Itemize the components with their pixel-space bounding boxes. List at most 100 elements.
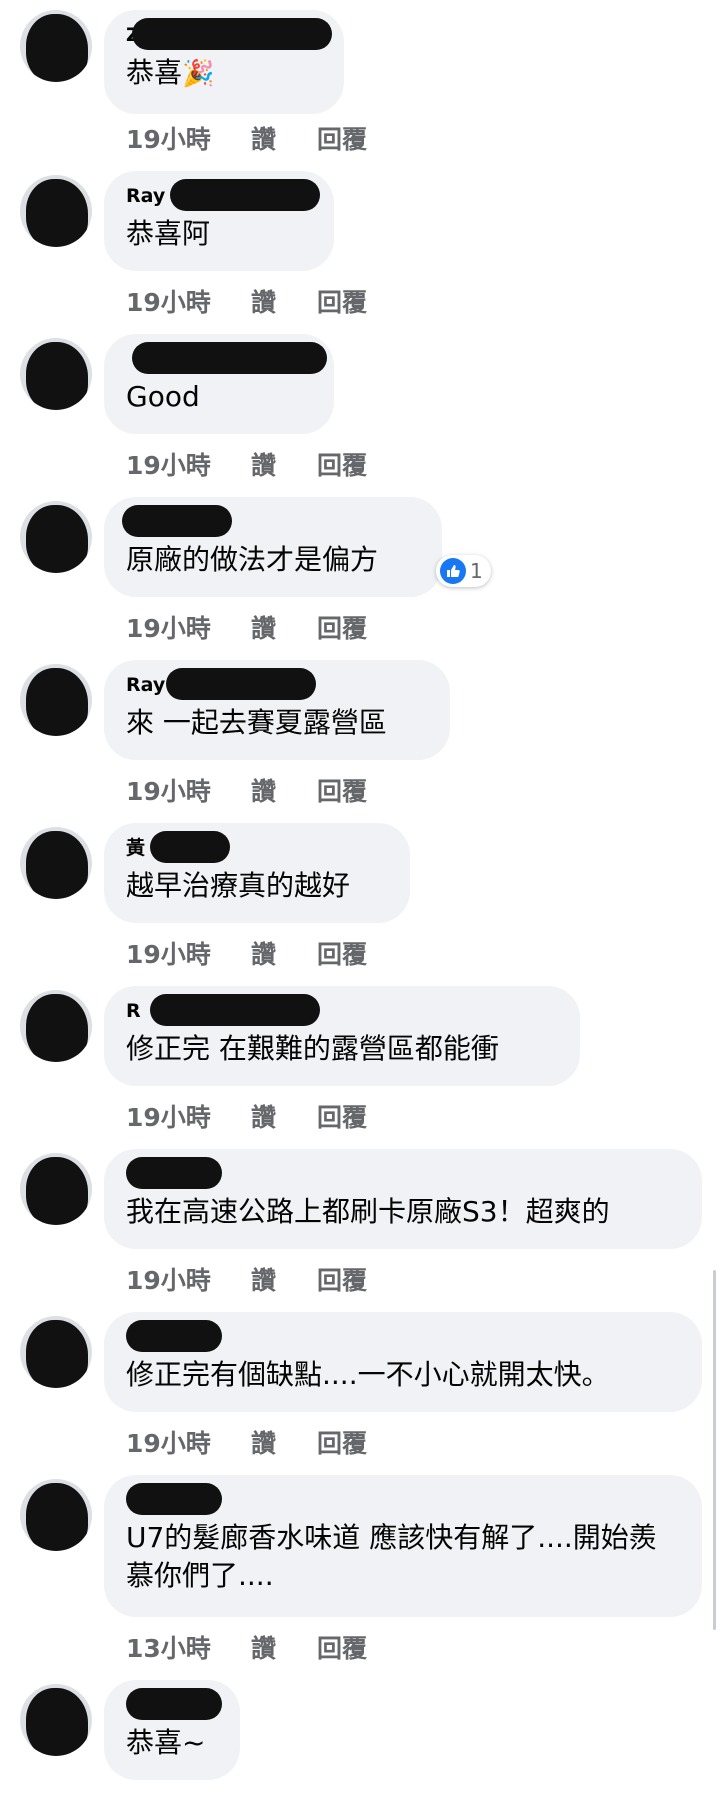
comment-meta: 19小時 讚 回覆	[126, 283, 367, 319]
comment-author[interactable]	[126, 1483, 680, 1515]
comment-meta: 19小時 讚 回覆	[126, 935, 367, 971]
comment-author[interactable]: R	[126, 994, 558, 1026]
comment-time[interactable]: 19小時	[126, 1261, 251, 1297]
comment-time[interactable]: 19小時	[126, 609, 251, 645]
redaction-mark	[26, 1320, 88, 1388]
comment-bubble: Z 恭喜🎉	[104, 10, 344, 114]
redaction-mark	[126, 1157, 222, 1189]
redaction-mark	[170, 179, 320, 211]
reply-button[interactable]: 回覆	[317, 1424, 367, 1460]
comment-bubble: Ray 恭喜阿	[104, 171, 334, 271]
like-button[interactable]: 讚	[251, 1629, 317, 1665]
comment-text: 來 一起去賽夏露營區	[126, 706, 387, 739]
redaction-mark	[26, 179, 88, 247]
comment-meta: 19小時 讚 回覆	[126, 772, 367, 808]
comment-text: 越早治療真的越好	[126, 869, 351, 902]
redaction-mark	[26, 1483, 88, 1551]
comment-meta: 19小時 讚 回覆	[126, 1424, 367, 1460]
avatar[interactable]	[20, 338, 92, 410]
redaction-mark	[26, 505, 88, 573]
comment-time[interactable]: 19小時	[126, 446, 251, 482]
like-button[interactable]: 讚	[251, 609, 317, 645]
reply-button[interactable]: 回覆	[317, 120, 367, 156]
redaction-mark	[126, 1688, 222, 1720]
avatar[interactable]	[20, 827, 92, 899]
redaction-mark	[132, 18, 332, 50]
avatar[interactable]	[20, 10, 92, 82]
redaction-mark	[132, 342, 327, 374]
comment-bubble: 黃 越早治療真的越好	[104, 823, 410, 923]
comment-bubble: R 修正完 在艱難的露營區都能衝	[104, 986, 580, 1086]
comment-meta: 19小時 讚 回覆	[126, 120, 367, 156]
comment-author[interactable]: Ray	[126, 668, 428, 700]
redaction-mark	[150, 831, 230, 863]
like-button[interactable]: 讚	[251, 120, 317, 156]
comment-time[interactable]: 19小時	[126, 772, 251, 808]
like-button[interactable]: 讚	[251, 1261, 317, 1297]
comment-time[interactable]: 19小時	[126, 283, 251, 319]
avatar[interactable]	[20, 1684, 92, 1756]
thumbs-up-icon	[440, 558, 466, 584]
reply-button[interactable]: 回覆	[317, 772, 367, 808]
comment-bubble: 原廠的做法才是偏方	[104, 497, 442, 597]
avatar[interactable]	[20, 1316, 92, 1388]
reply-button[interactable]: 回覆	[317, 446, 367, 482]
redaction-mark	[122, 505, 232, 537]
like-button[interactable]: 讚	[251, 1424, 317, 1460]
reply-button[interactable]: 回覆	[317, 609, 367, 645]
comment-bubble: Ray 來 一起去賽夏露營區	[104, 660, 450, 760]
comment-time[interactable]: 13小時	[126, 1629, 251, 1665]
reply-button[interactable]: 回覆	[317, 935, 367, 971]
like-button[interactable]: 讚	[251, 935, 317, 971]
comment-meta: 13小時 讚 回覆	[126, 1629, 367, 1665]
comment-text: 修正完有個缺點....一不小心就開太快。	[126, 1358, 610, 1391]
reaction-badge[interactable]: 1	[436, 555, 491, 587]
redaction-mark	[126, 1483, 222, 1515]
avatar[interactable]	[20, 175, 92, 247]
comment-author[interactable]	[126, 1157, 680, 1189]
comment-author[interactable]: Ray	[126, 179, 320, 211]
comment-author[interactable]	[126, 342, 327, 374]
redaction-mark	[26, 668, 88, 736]
redaction-mark	[166, 668, 316, 700]
reply-button[interactable]: 回覆	[317, 283, 367, 319]
avatar[interactable]	[20, 1479, 92, 1551]
avatar[interactable]	[20, 501, 92, 573]
comment-text: 原廠的做法才是偏方	[126, 543, 379, 576]
comment-author[interactable]	[126, 1320, 680, 1352]
redaction-mark	[26, 14, 88, 82]
comment-author[interactable]	[126, 1688, 222, 1720]
comment-meta: 19小時 讚 回覆	[126, 1261, 367, 1297]
like-button[interactable]: 讚	[251, 1098, 317, 1134]
like-button[interactable]: 讚	[251, 772, 317, 808]
comment-time[interactable]: 19小時	[126, 120, 251, 156]
comment-text: 我在高速公路上都刷卡原廠S3！超爽的	[126, 1195, 610, 1228]
redaction-mark	[26, 1157, 88, 1225]
comment-bubble: 修正完有個缺點....一不小心就開太快。	[104, 1312, 702, 1412]
like-button[interactable]: 讚	[251, 283, 317, 319]
like-button[interactable]: 讚	[251, 446, 317, 482]
redaction-mark	[26, 994, 88, 1062]
reply-button[interactable]: 回覆	[317, 1098, 367, 1134]
comment-text: 恭喜~	[126, 1726, 206, 1759]
avatar[interactable]	[20, 990, 92, 1062]
comment-time[interactable]: 19小時	[126, 1424, 251, 1460]
comment-time[interactable]: 19小時	[126, 935, 251, 971]
reply-button[interactable]: 回覆	[317, 1629, 367, 1665]
comment-meta: 19小時 讚 回覆	[126, 446, 367, 482]
comment-author[interactable]: Z	[126, 18, 332, 50]
reply-button[interactable]: 回覆	[317, 1261, 367, 1297]
scrollbar[interactable]	[713, 1270, 716, 1630]
avatar[interactable]	[20, 664, 92, 736]
comment-text: 恭喜阿	[126, 217, 211, 250]
comment-text: Good	[126, 380, 200, 413]
comment-author[interactable]: 黃	[126, 831, 388, 863]
avatar[interactable]	[20, 1153, 92, 1225]
comment-bubble: U7的髮廊香水味道 應該快有解了....開始羨慕你們了....	[104, 1475, 702, 1617]
redaction-mark	[150, 994, 320, 1026]
comment-author[interactable]	[122, 505, 420, 537]
comment-time[interactable]: 19小時	[126, 1098, 251, 1134]
redaction-mark	[26, 1688, 88, 1756]
comment-feed: Z 恭喜🎉 19小時 讚 回覆 Ray 恭喜阿 19小時 讚 回覆 Good 1…	[0, 0, 720, 1797]
comment-bubble: 我在高速公路上都刷卡原廠S3！超爽的	[104, 1149, 702, 1249]
